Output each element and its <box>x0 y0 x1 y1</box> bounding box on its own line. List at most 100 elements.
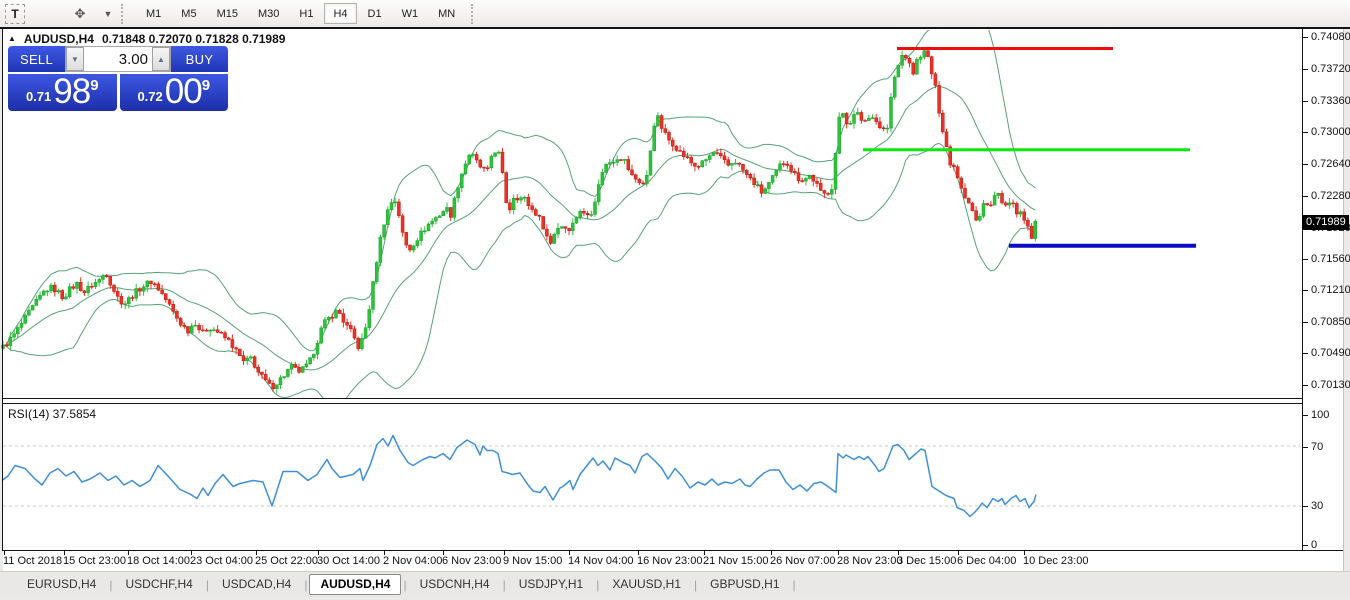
bid-price-display[interactable]: 0.71 98 9 <box>8 74 117 111</box>
tab-usdchf-h4[interactable]: USDCHF,H4 <box>114 574 203 595</box>
candle-body <box>560 227 563 229</box>
tab-gbpusd-h1[interactable]: GBPUSD,H1 <box>699 574 790 595</box>
collapse-arrow-icon[interactable]: ▲ <box>8 32 16 46</box>
candle-body <box>61 291 64 299</box>
candle-body <box>579 211 582 217</box>
candle-body <box>320 328 323 343</box>
candle-body <box>1026 220 1029 226</box>
candle-body <box>290 364 293 369</box>
candle-body <box>124 304 127 305</box>
price-tick-label: 0.71210 <box>1311 285 1350 296</box>
candle-body <box>323 320 326 328</box>
arrow-objects-dropdown-icon[interactable]: ▼ <box>101 4 115 24</box>
rsi-tick-label: 100 <box>1311 410 1329 421</box>
timeframe-button-m1[interactable]: M1 <box>137 3 170 24</box>
candle-body <box>534 210 537 216</box>
pane-splitter[interactable] <box>2 403 1303 404</box>
candle-body <box>231 340 234 348</box>
timeframe-button-m5[interactable]: M5 <box>172 3 205 24</box>
volume-input[interactable] <box>84 47 152 71</box>
candle-body <box>908 58 911 63</box>
candle-body <box>198 325 201 330</box>
time-axis-label: 3 Dec 15:00 <box>897 555 956 567</box>
candle-body <box>753 178 756 185</box>
rsi-indicator-pane[interactable] <box>0 404 1343 551</box>
candle-body <box>386 210 389 225</box>
symbol-tab-bar: EURUSD,H4|USDCHF,H4|USDCAD,H4|AUDUSD,H4|… <box>0 571 1350 597</box>
price-tick <box>1303 353 1308 354</box>
time-axis-label: 9 Nov 15:00 <box>503 555 562 567</box>
tab-eurusd-h4[interactable]: EURUSD,H4 <box>16 574 107 595</box>
candle-body <box>87 286 90 293</box>
candle-body <box>383 225 386 237</box>
timeframe-button-mn[interactable]: MN <box>429 3 464 24</box>
price-tick <box>1303 290 1308 291</box>
bollinger-middle-band <box>3 86 1035 370</box>
tab-usdcad-h4[interactable]: USDCAD,H4 <box>211 574 302 595</box>
candle-body <box>76 282 79 288</box>
candle-body <box>923 51 926 57</box>
candle-body <box>793 171 796 172</box>
timeframe-button-h4[interactable]: H4 <box>324 3 356 24</box>
candle-body <box>72 287 75 289</box>
price-tick-label: 0.70130 <box>1311 380 1350 391</box>
candle-body <box>164 294 167 300</box>
buy-button[interactable]: BUY <box>171 46 228 74</box>
candle-body <box>571 223 574 231</box>
time-axis-label: 6 Nov 23:00 <box>442 555 501 567</box>
candle-body <box>264 374 267 380</box>
bid-price-big-digits: 98 <box>53 74 90 110</box>
time-axis-label: 14 Nov 04:00 <box>568 555 633 567</box>
tab-xauusd-h1[interactable]: XAUUSD,H1 <box>601 574 692 595</box>
candle-body <box>956 167 959 178</box>
tab-usdcnh-h4[interactable]: USDCNH,H4 <box>409 574 501 595</box>
candle-body <box>627 159 630 169</box>
volume-increase-button[interactable]: ▲ <box>152 47 170 71</box>
candle-body <box>157 284 160 290</box>
rsi-tick <box>1303 447 1308 448</box>
candle-body <box>893 77 896 97</box>
tab-audusd-h4[interactable]: AUDUSD,H4 <box>309 574 401 595</box>
candle-body <box>830 189 833 194</box>
timeframe-button-h1[interactable]: H1 <box>290 3 322 24</box>
candle-body <box>886 128 889 129</box>
candle-body <box>1012 203 1015 204</box>
candle-body <box>975 211 978 221</box>
rsi-tick-label: 70 <box>1311 442 1323 453</box>
ask-price-display[interactable]: 0.72 00 9 <box>120 74 229 111</box>
candle-body <box>338 310 341 313</box>
main-pane-border[interactable] <box>2 398 1303 399</box>
tab-divider: | <box>793 578 796 592</box>
timeframe-button-m30[interactable]: M30 <box>249 3 288 24</box>
candle-body <box>616 160 619 163</box>
candle-body <box>138 289 141 292</box>
candle-body <box>453 198 456 218</box>
candle-body <box>845 113 848 124</box>
arrow-objects-button[interactable]: ✥ <box>67 4 93 24</box>
timeframe-button-m15[interactable]: M15 <box>208 3 247 24</box>
candle-body <box>349 325 352 328</box>
candle-body <box>272 383 275 388</box>
candle-body <box>1001 193 1004 203</box>
candle-body <box>205 330 208 331</box>
candle-body <box>220 332 223 333</box>
candle-body <box>209 330 212 331</box>
candle-body <box>9 337 12 345</box>
tab-divider: | <box>304 578 307 592</box>
candle-body <box>283 377 286 378</box>
volume-decrease-button[interactable]: ▼ <box>66 47 84 71</box>
candle-body <box>797 173 800 181</box>
tab-usdjpy-h1[interactable]: USDJPY,H1 <box>508 574 594 595</box>
candle-body <box>542 217 545 230</box>
timeframe-button-w1[interactable]: W1 <box>393 3 428 24</box>
text-label-tool-button[interactable]: T <box>5 4 25 24</box>
candle-body <box>294 364 297 367</box>
candle-body <box>656 116 659 126</box>
candle-body <box>771 176 774 183</box>
candle-body <box>864 120 867 121</box>
candle-body <box>682 151 685 157</box>
candle-body <box>101 276 104 280</box>
timeframe-button-d1[interactable]: D1 <box>359 3 391 24</box>
sell-button[interactable]: SELL <box>8 46 65 74</box>
candle-body <box>882 128 885 129</box>
